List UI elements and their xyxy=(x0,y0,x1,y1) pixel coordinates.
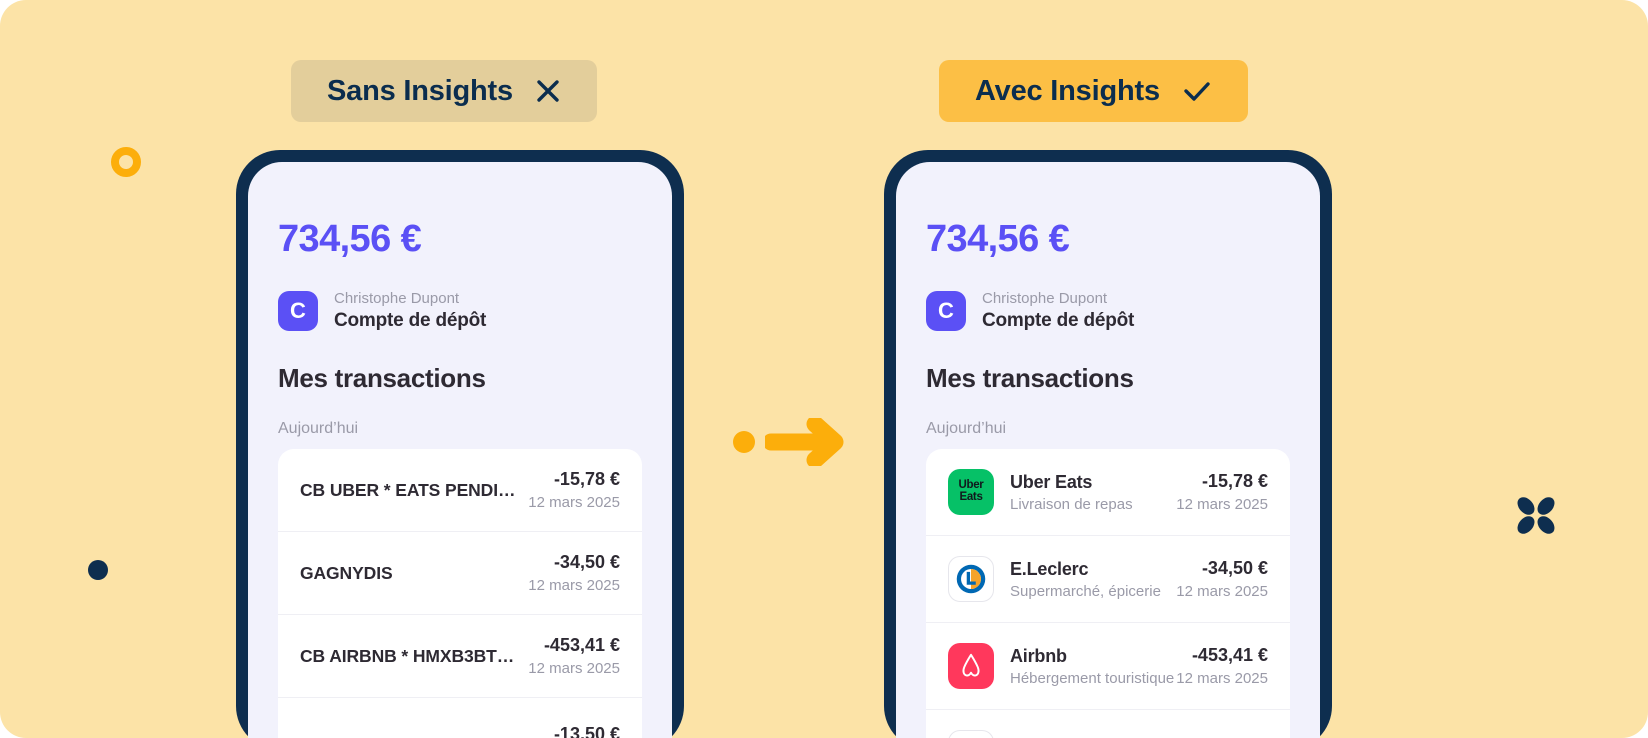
transaction-date: 12 mars 2025 xyxy=(528,660,620,677)
table-row[interactable]: CB UBER * EATS PENDING… -15,78 € 12 mars… xyxy=(278,449,642,532)
app-screen-without-insights: 734,56 € C Christophe Dupont Compte de d… xyxy=(248,162,672,738)
transaction-amount: -34,50 € xyxy=(553,552,620,572)
sparkle-icon xyxy=(1505,484,1567,546)
transaction-date: 12 mars 2025 xyxy=(528,494,620,511)
transition-arrow xyxy=(733,415,845,469)
dot-icon xyxy=(88,560,108,580)
table-row[interactable]: CB AIRBNB * HMXB3BTJP… -453,41 € 12 mars… xyxy=(278,615,642,698)
phone-mockup-without-insights: 734,56 € C Christophe Dupont Compte de d… xyxy=(236,150,684,738)
transaction-amount: -13,50 € xyxy=(553,724,620,738)
transaction-amount: -453,41 € xyxy=(543,635,620,655)
avatar: C xyxy=(926,291,966,331)
tab-avec-insights-label: Avec Insights xyxy=(975,74,1160,107)
account-type: Compte de dépôt xyxy=(334,310,487,332)
transaction-amount: -15,78 € xyxy=(553,469,620,489)
transaction-merchant: Airbnb xyxy=(1010,645,1067,666)
transactions-day-label: Aujourd’hui xyxy=(278,420,359,437)
table-row[interactable]: GAGNYDIS -34,50 € 12 mars 2025 xyxy=(278,532,642,615)
page-title: Mes transactions xyxy=(278,363,486,393)
table-row[interactable]: Airbnb Hébergement touristique -453,41 €… xyxy=(926,623,1290,710)
ring-icon xyxy=(111,147,141,177)
transaction-amount: -34,50 € xyxy=(1201,558,1268,578)
avatar: C xyxy=(278,291,318,331)
transactions-list: CB UBER * EATS PENDING… -15,78 € 12 mars… xyxy=(278,449,642,738)
account-owner-name: Christophe Dupont xyxy=(982,290,1108,307)
account-type: Compte de dépôt xyxy=(982,310,1135,332)
close-icon xyxy=(535,78,561,104)
phone-mockup-with-insights: 734,56 € C Christophe Dupont Compte de d… xyxy=(884,150,1332,738)
transaction-category: Hébergement touristique xyxy=(1010,669,1175,687)
transaction-amount: -15,78 € xyxy=(1201,471,1268,491)
transactions-day-label: Aujourd’hui xyxy=(926,420,1007,437)
check-icon xyxy=(1182,78,1212,104)
transaction-date: 12 mars 2025 xyxy=(1176,496,1268,513)
transaction-label: CB AIRBNB * HMXB3BTJP… xyxy=(300,645,517,666)
ubereats-logo-icon: Uber Eats xyxy=(948,469,994,515)
tab-avec-insights[interactable]: Avec Insights xyxy=(939,60,1248,122)
leclerc-logo-icon xyxy=(948,556,994,602)
transaction-label: CB UBER * EATS PENDING… xyxy=(300,479,516,500)
dot-icon xyxy=(733,431,755,453)
transaction-date: 12 mars 2025 xyxy=(528,577,620,594)
transaction-merchant: Uber Eats xyxy=(1010,471,1093,492)
app-screen-with-insights: 734,56 € C Christophe Dupont Compte de d… xyxy=(896,162,1320,738)
table-row[interactable]: VINCI Autoroutes -13,50 € xyxy=(926,710,1290,738)
table-row[interactable]: E.Leclerc Supermarché, épicerie -34,50 €… xyxy=(926,536,1290,623)
transaction-merchant: E.Leclerc xyxy=(1010,558,1089,579)
tab-sans-insights[interactable]: Sans Insights xyxy=(291,60,597,122)
ubereats-logo-line2: Eats xyxy=(959,491,983,503)
table-row[interactable]: -13,50 € xyxy=(278,698,642,738)
transactions-list: Uber Eats Uber Eats Livraison de repas -… xyxy=(926,449,1290,738)
transaction-category: Supermarché, épicerie xyxy=(1010,582,1161,600)
airbnb-logo-icon xyxy=(948,643,994,689)
vinci-logo-icon xyxy=(948,730,994,738)
transaction-amount: -453,41 € xyxy=(1191,645,1268,665)
transaction-category: Livraison de repas xyxy=(1010,495,1133,513)
table-row[interactable]: Uber Eats Uber Eats Livraison de repas -… xyxy=(926,449,1290,536)
account-balance: 734,56 € xyxy=(278,218,422,260)
transaction-date: 12 mars 2025 xyxy=(1176,670,1268,687)
comparison-illustration: Sans Insights Avec Insights 734,56 € C C… xyxy=(0,0,1648,738)
arrow-right-icon xyxy=(762,415,845,469)
account-summary[interactable]: C Christophe Dupont Compte de dépôt xyxy=(278,289,642,333)
account-summary[interactable]: C Christophe Dupont Compte de dépôt xyxy=(926,289,1290,333)
page-title: Mes transactions xyxy=(926,363,1134,393)
account-balance: 734,56 € xyxy=(926,218,1070,260)
tab-sans-insights-label: Sans Insights xyxy=(327,74,513,107)
transaction-date: 12 mars 2025 xyxy=(1176,583,1268,600)
transaction-label: GAGNYDIS xyxy=(300,562,393,583)
account-owner-name: Christophe Dupont xyxy=(334,290,460,307)
